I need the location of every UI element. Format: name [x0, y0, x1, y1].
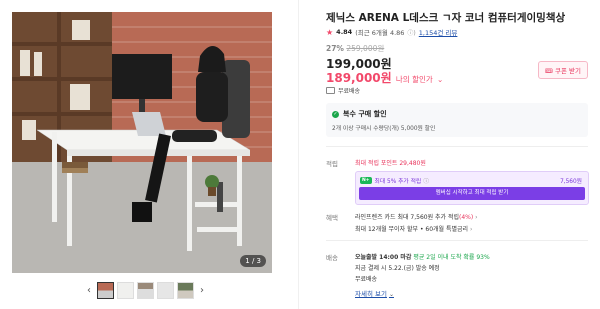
- thumbnail[interactable]: [157, 281, 174, 299]
- product-title: 제닉스 ARENA L데스크 ㄱ자 코너 컴퓨터게이밍책상: [326, 12, 566, 24]
- multi-purchase-header: ✓ 복수 구매 할인: [332, 109, 387, 119]
- delivery-line-3: 무료배송: [355, 276, 378, 283]
- multi-purchase-title: 복수 구매 할인: [343, 110, 387, 118]
- original-price: 259,000원: [346, 44, 385, 53]
- benefit-card-text: 라인프렌즈 카드 최대 7,560원 추가 적립: [355, 214, 459, 221]
- rating-detail: (최근 6개월 4.86: [355, 29, 405, 37]
- rating-score: 4.84: [336, 28, 353, 36]
- divider: [326, 146, 588, 147]
- chevron-right-icon[interactable]: ›: [470, 226, 472, 233]
- check-icon: ✓: [332, 110, 339, 118]
- delivery-label: 배송: [326, 254, 338, 262]
- npay-row: N+ 최대 5% 추가 적립 ⓘ 7,560원: [360, 175, 582, 185]
- points-label: 적립: [326, 160, 338, 168]
- star-icon: ★: [326, 27, 334, 37]
- chevron-down-icon: ⌄: [436, 75, 444, 84]
- thumbnail[interactable]: [177, 281, 194, 299]
- thumbnail-strip: ‹ ›: [84, 281, 214, 299]
- npay-amount: 7,560원: [560, 178, 582, 185]
- npay-membership-box: N+ 최대 5% 추가 적립 ⓘ 7,560원 멤버십 시작하고 최대 적립 받…: [355, 171, 589, 205]
- rating-row: ★ 4.84 (최근 6개월 4.86 ⓘ) 1,154건 리뷰: [326, 27, 458, 38]
- discount-row: 27% 259,000원: [326, 43, 384, 54]
- more-details-label: 자세히 보기: [355, 290, 387, 298]
- npay-extra-points: 최대 5% 추가 적립: [374, 178, 422, 185]
- installment-text: 최대 12개월 무이자 할부 • 60개월 특별금리: [355, 226, 469, 233]
- thumbnail[interactable]: [117, 281, 134, 299]
- today-departure: 오늘출발 14:00 마감: [355, 254, 412, 261]
- my-price-label: 나의 할인가: [395, 75, 433, 84]
- divider: [298, 0, 299, 309]
- benefit-card-points: 라인프렌즈 카드 최대 7,560원 추가 적립(4%) ›: [355, 212, 478, 221]
- product-photo: [12, 12, 272, 273]
- free-shipping-text: 무료배송: [338, 88, 361, 95]
- benefit-card-pct: (4%): [459, 214, 474, 221]
- coupon-button[interactable]: 🎟 쿠폰 받기: [537, 61, 588, 79]
- delivery-line-2: 지금 결제 시 5.22.(금) 발송 예정: [355, 265, 440, 272]
- more-details-link[interactable]: 자세히 보기 ⌄: [355, 288, 394, 298]
- truck-icon: [326, 87, 335, 94]
- benefit-installment: 최대 12개월 무이자 할부 • 60개월 특별금리 ›: [355, 224, 472, 233]
- arrival-probability: 평균 2일 이내 도착 확률 93%: [413, 254, 490, 261]
- coupon-button-label: 쿠폰 받기: [555, 67, 581, 75]
- divider: [326, 240, 588, 241]
- free-shipping-row: 무료배송: [326, 86, 360, 95]
- chevron-left-icon[interactable]: ‹: [84, 285, 94, 296]
- chevron-right-icon[interactable]: ›: [475, 214, 477, 221]
- delivery-line-1: 오늘출발 14:00 마감 평균 2일 이내 도착 확률 93%: [355, 252, 490, 261]
- info-icon[interactable]: ⓘ: [423, 176, 429, 185]
- info-icon[interactable]: ⓘ): [407, 28, 415, 37]
- multi-purchase-box: ✓ 복수 구매 할인 2개 이상 구매시 수량당(개) 5,000원 할인: [326, 103, 588, 137]
- multi-purchase-detail: 2개 이상 구매시 수량당(개) 5,000원 할인: [332, 126, 436, 132]
- benefits-label: 혜택: [326, 214, 338, 222]
- chevron-right-icon[interactable]: ›: [197, 285, 207, 296]
- chevron-down-icon: ⌄: [388, 291, 394, 298]
- thumbnail[interactable]: [97, 281, 114, 299]
- max-points: 최대 적립 포인트 29,480원: [355, 160, 426, 167]
- thumbnail[interactable]: [137, 281, 154, 299]
- product-info-panel: 제닉스 ARENA L데스크 ㄱ자 코너 컴퓨터게이밍책상 ★ 4.84 (최근…: [308, 0, 594, 309]
- coupon-icon: 🎟: [544, 67, 553, 75]
- npay-badge-icon: N+: [360, 176, 372, 184]
- discount-rate: 27%: [326, 44, 344, 53]
- product-gallery: 1 / 3 ‹ ›: [0, 0, 300, 309]
- membership-start-button[interactable]: 멤버십 시작하고 최대 적립 받기: [359, 187, 585, 200]
- review-count-link[interactable]: 1,154건 리뷰: [419, 27, 458, 37]
- image-counter: 1 / 3: [240, 255, 266, 267]
- my-discount-price-row[interactable]: 189,000원 나의 할인가 ⌄: [326, 69, 443, 86]
- my-price: 189,000원: [326, 71, 392, 85]
- product-main-image[interactable]: 1 / 3: [12, 12, 272, 273]
